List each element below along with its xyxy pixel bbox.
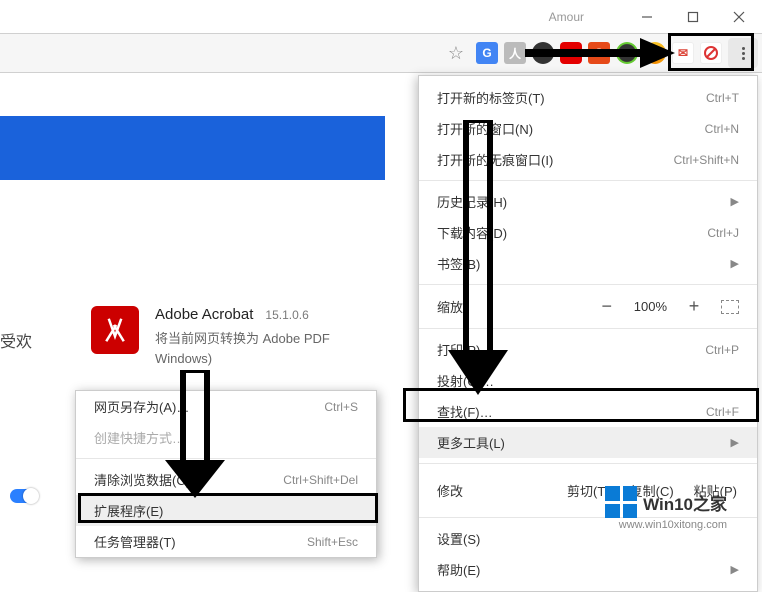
submenu-arrow-icon: ▶ <box>731 563 739 576</box>
extension-description: 将当前网页转换为 Adobe PDFWindows) <box>155 329 330 368</box>
extension-toggle[interactable] <box>10 489 38 503</box>
menu-bookmarks[interactable]: 书签(B) ▶ <box>419 248 757 279</box>
watermark-url: www.win10xitong.com <box>619 519 727 531</box>
close-button[interactable] <box>716 2 762 32</box>
menu-label: 打开新的无痕窗口(I) <box>437 150 553 169</box>
menu-label: 创建快捷方式… <box>94 428 185 447</box>
menu-find[interactable]: 查找(F)… Ctrl+F <box>419 396 757 427</box>
menu-shortcut: Ctrl+P <box>705 343 739 357</box>
gmail-ext-icon[interactable]: ✉ <box>672 42 694 64</box>
minimize-button[interactable] <box>624 2 670 32</box>
menu-incognito[interactable]: 打开新的无痕窗口(I) Ctrl+Shift+N <box>419 144 757 175</box>
menu-shortcut: Ctrl+F <box>706 405 739 419</box>
menu-separator <box>76 458 376 459</box>
menu-downloads[interactable]: 下载内容(D) Ctrl+J <box>419 217 757 248</box>
menu-more-tools[interactable]: 更多工具(L) ▶ <box>419 427 757 458</box>
sync-ext-icon[interactable] <box>700 42 722 64</box>
menu-label: 书签(B) <box>437 254 480 273</box>
submenu-clear-data[interactable]: 清除浏览数据(C)… Ctrl+Shift+Del <box>76 464 376 495</box>
chrome-ext-icon[interactable] <box>644 42 666 64</box>
menu-separator <box>419 463 757 464</box>
adblock-ext-icon[interactable]: ABP <box>560 42 582 64</box>
menu-label: 更多工具(L) <box>437 433 505 452</box>
menu-label: 历史记录(H) <box>437 192 507 211</box>
menu-zoom-row: 缩放 − 100% + <box>419 290 757 323</box>
zoom-out-button[interactable]: − <box>598 296 616 317</box>
extension-card-acrobat: Adobe Acrobat 15.1.0.6 将当前网页转换为 Adobe PD… <box>75 290 395 384</box>
menu-label: 打印(P)… <box>437 340 493 359</box>
menu-new-window[interactable]: 打开新的窗口(N) Ctrl+N <box>419 113 757 144</box>
menu-label: 网页另存为(A)… <box>94 397 189 416</box>
submenu-arrow-icon: ▶ <box>731 436 739 449</box>
menu-shortcut: Ctrl+T <box>706 91 739 105</box>
submenu-extensions[interactable]: 扩展程序(E) <box>76 495 376 526</box>
menu-shortcut: Ctrl+Shift+Del <box>283 473 358 487</box>
watermark-logo: Win10之家 <box>605 486 727 518</box>
maximize-button[interactable] <box>670 2 716 32</box>
menu-label: 打开新的窗口(N) <box>437 119 533 138</box>
mask-ext-icon[interactable]: ◐ <box>532 42 554 64</box>
menu-print[interactable]: 打印(P)… Ctrl+P <box>419 334 757 365</box>
menu-label: 下载内容(D) <box>437 223 507 242</box>
office-ext-icon[interactable]: O <box>588 42 610 64</box>
submenu-create-shortcut: 创建快捷方式… <box>76 422 376 453</box>
menu-edit-label: 修改 <box>429 481 557 500</box>
zoom-in-button[interactable]: + <box>685 296 703 317</box>
window-title: Amour <box>549 10 584 24</box>
bookmark-star-icon[interactable]: ☆ <box>448 43 464 64</box>
windows-logo-icon <box>605 486 637 518</box>
page-banner <box>0 116 385 180</box>
menu-help[interactable]: 帮助(E) ▶ <box>419 554 757 585</box>
menu-label: 扩展程序(E) <box>94 501 163 520</box>
menu-shortcut: Ctrl+J <box>707 226 739 240</box>
menu-separator <box>419 328 757 329</box>
menu-label: 投射(C)… <box>437 371 494 390</box>
submenu-task-manager[interactable]: 任务管理器(T) Shift+Esc <box>76 526 376 557</box>
page-text-fragment: 受欢 <box>0 328 32 352</box>
google-translate-ext-icon[interactable]: G <box>476 42 498 64</box>
zoom-value: 100% <box>634 299 667 314</box>
chrome-menu-button[interactable] <box>728 38 758 68</box>
menu-label: 打开新的标签页(T) <box>437 88 545 107</box>
evernote-ext-icon[interactable] <box>616 42 638 64</box>
menu-history[interactable]: 历史记录(H) ▶ <box>419 186 757 217</box>
menu-label: 查找(F)… <box>437 402 493 421</box>
submenu-save-as[interactable]: 网页另存为(A)… Ctrl+S <box>76 391 376 422</box>
menu-separator <box>419 284 757 285</box>
menu-shortcut: Shift+Esc <box>307 535 358 549</box>
menu-label: 帮助(E) <box>437 560 480 579</box>
fullscreen-icon[interactable] <box>721 300 739 314</box>
menu-shortcut: Ctrl+Shift+N <box>674 153 739 167</box>
extension-title: Adobe Acrobat <box>155 306 253 323</box>
kebab-menu-icon <box>742 45 745 62</box>
menu-shortcut: Ctrl+N <box>705 122 739 136</box>
menu-label: 清除浏览数据(C)… <box>94 470 203 489</box>
menu-label: 设置(S) <box>437 529 480 548</box>
pdf-ext-icon[interactable]: 人 <box>504 42 526 64</box>
extension-version: 15.1.0.6 <box>265 308 308 322</box>
submenu-arrow-icon: ▶ <box>731 195 739 208</box>
menu-separator <box>419 180 757 181</box>
submenu-arrow-icon: ▶ <box>731 257 739 270</box>
more-tools-submenu: 网页另存为(A)… Ctrl+S 创建快捷方式… 清除浏览数据(C)… Ctrl+S… <box>75 390 377 558</box>
menu-cast[interactable]: 投射(C)… <box>419 365 757 396</box>
adobe-acrobat-icon <box>91 306 139 354</box>
menu-label: 任务管理器(T) <box>94 532 176 551</box>
browser-toolbar: ☆ G 人 ◐ ABP O ✉ <box>0 33 762 73</box>
menu-shortcut: Ctrl+S <box>324 400 358 414</box>
menu-zoom-label: 缩放 <box>437 297 463 316</box>
menu-new-tab[interactable]: 打开新的标签页(T) Ctrl+T <box>419 82 757 113</box>
